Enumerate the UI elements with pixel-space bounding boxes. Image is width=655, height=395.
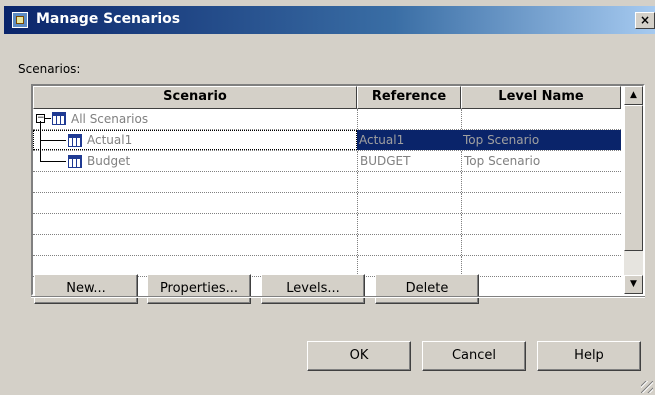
- table-row[interactable]: − All Scenarios: [33, 109, 621, 130]
- close-button[interactable]: ×: [635, 12, 655, 29]
- divider: [31, 296, 645, 298]
- properties-button[interactable]: Properties...: [147, 274, 251, 304]
- scenario-name: Actual1: [87, 133, 133, 147]
- resize-grip[interactable]: [641, 381, 653, 393]
- title-bar: Manage Scenarios ×: [4, 6, 655, 34]
- tree-connector: [45, 118, 51, 119]
- dialog-body: Scenarios: Scenario Reference Level Name…: [4, 34, 655, 395]
- scroll-down-button[interactable]: ▼: [624, 275, 643, 294]
- vertical-scrollbar[interactable]: ▲ ▼: [624, 86, 643, 294]
- reference-cell: [358, 109, 461, 129]
- column-separator: [461, 172, 462, 192]
- grid-icon: [68, 134, 82, 147]
- level-name-cell: Top Scenario: [464, 154, 541, 168]
- reference-cell: Actual1: [357, 130, 461, 150]
- table-row[interactable]: Budget BUDGET Top Scenario: [33, 151, 621, 172]
- empty-row[interactable]: [33, 193, 621, 214]
- empty-row[interactable]: [33, 214, 621, 235]
- column-separator: [357, 214, 358, 234]
- column-separator: [357, 193, 358, 213]
- grid-header: Scenario Reference Level Name: [33, 86, 621, 109]
- column-separator: [357, 172, 358, 192]
- grid-icon: [52, 112, 66, 125]
- app-icon: [12, 12, 28, 28]
- grid-icon: [68, 155, 82, 168]
- column-separator: [461, 256, 462, 276]
- delete-button[interactable]: Delete: [375, 274, 479, 304]
- scroll-up-button[interactable]: ▲: [624, 86, 643, 105]
- empty-row[interactable]: [33, 172, 621, 193]
- tree-connector: [40, 140, 66, 141]
- column-header-scenario[interactable]: Scenario: [33, 86, 357, 109]
- help-button[interactable]: Help: [537, 341, 641, 371]
- ok-button[interactable]: OK: [307, 341, 411, 371]
- new-button[interactable]: New...: [34, 274, 138, 304]
- column-separator: [461, 193, 462, 213]
- scenario-name: Budget: [87, 154, 131, 168]
- level-name-cell: Top Scenario: [461, 130, 621, 150]
- column-header-reference[interactable]: Reference: [357, 86, 461, 109]
- table-row[interactable]: Actual1 Actual1 Top Scenario: [33, 121, 621, 151]
- tree-connector: [40, 121, 41, 151]
- scenario-name: All Scenarios: [71, 112, 149, 126]
- reference-cell: BUDGET: [360, 154, 411, 168]
- column-separator: [357, 235, 358, 255]
- column-separator: [357, 256, 358, 276]
- scroll-thumb[interactable]: [624, 105, 643, 251]
- column-separator: [461, 235, 462, 255]
- empty-row[interactable]: [33, 235, 621, 256]
- column-header-level-name[interactable]: Level Name: [461, 86, 621, 109]
- tree-connector: [40, 161, 66, 162]
- window-title: Manage Scenarios: [36, 11, 181, 27]
- level-name-cell: [462, 109, 621, 129]
- column-separator: [461, 214, 462, 234]
- scenario-grid[interactable]: Scenario Reference Level Name − All Scen…: [31, 84, 645, 296]
- cancel-button[interactable]: Cancel: [422, 341, 526, 371]
- scenarios-label: Scenarios:: [18, 62, 81, 76]
- levels-button[interactable]: Levels...: [261, 274, 365, 304]
